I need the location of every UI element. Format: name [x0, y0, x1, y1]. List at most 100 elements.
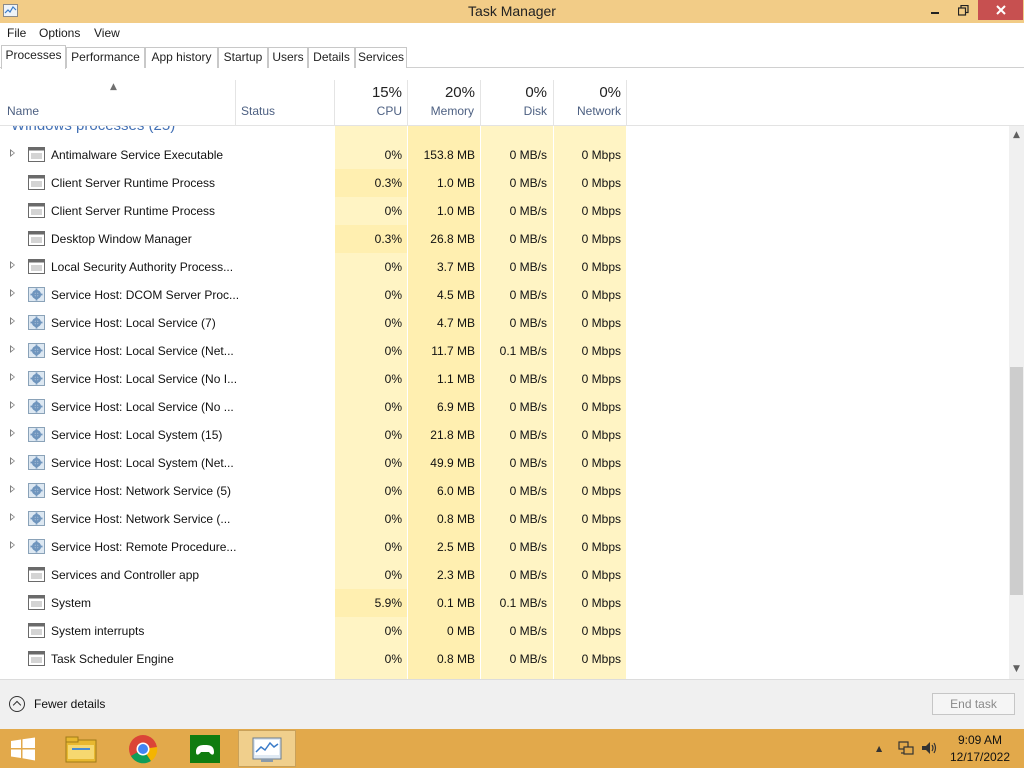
- column-disk[interactable]: Disk: [481, 104, 547, 118]
- process-row[interactable]: Service Host: Local Service (No I... 0% 1.…: [0, 365, 1009, 393]
- process-row[interactable]: Service Host: Local Service (7) 0% 4.7 MB 0…: [0, 309, 1009, 337]
- column-status[interactable]: Status: [241, 104, 275, 118]
- scroll-down-arrow-icon[interactable]: ▼: [1009, 662, 1024, 677]
- process-row[interactable]: Service Host: Remote Procedure... 0% 2.5 M…: [0, 533, 1009, 561]
- start-icon[interactable]: [8, 735, 38, 763]
- gear-icon: [28, 315, 45, 330]
- disk-value: 0 MB/s: [509, 176, 547, 190]
- clock-time[interactable]: 9:09 AM: [940, 733, 1020, 747]
- chrome-icon[interactable]: [114, 730, 172, 767]
- column-divider[interactable]: [235, 80, 236, 126]
- network-icon[interactable]: [898, 740, 914, 756]
- process-row[interactable]: Service Host: Local Service (Net... 0% 11.…: [0, 337, 1009, 365]
- process-name: Client Server Runtime Process: [51, 176, 216, 190]
- process-row[interactable]: Antimalware Service Executable 0% 153.8 MB…: [0, 141, 1009, 169]
- file-explorer-icon[interactable]: [52, 730, 110, 767]
- memory-value: 2.5 MB: [436, 540, 475, 554]
- memory-value: 6.9 MB: [436, 400, 475, 414]
- process-row[interactable]: System 5.9% 0.1 MB 0.1 MB/s 0 Mbps: [0, 589, 1009, 617]
- tab-strip: Processes Performance App history Startu…: [0, 45, 1024, 69]
- tab-processes[interactable]: Processes: [1, 45, 66, 69]
- tab-services[interactable]: Services: [355, 47, 407, 68]
- xbox-icon[interactable]: [176, 730, 234, 767]
- process-row[interactable]: Services and Controller app 0% 2.3 MB 0 MB/…: [0, 561, 1009, 589]
- gear-icon: [28, 427, 45, 442]
- scroll-up-arrow-icon[interactable]: ▲: [1009, 128, 1024, 143]
- disk-value: 0 MB/s: [509, 232, 547, 246]
- expand-arrow-icon[interactable]: [10, 429, 15, 437]
- menu-file[interactable]: File: [7, 26, 26, 40]
- column-memory[interactable]: Memory: [408, 104, 474, 118]
- volume-icon[interactable]: [921, 740, 939, 756]
- expand-arrow-icon[interactable]: [10, 289, 15, 297]
- memory-value: 49.9 MB: [430, 456, 475, 470]
- process-row[interactable]: Service Host: DCOM Server Proc... 0% 4.5 M…: [0, 281, 1009, 309]
- process-row[interactable]: Service Host: Local System (Net... 0% 49.9…: [0, 449, 1009, 477]
- process-row[interactable]: Desktop Window Manager 0.3% 26.8 MB 0 MB/s 0…: [0, 225, 1009, 253]
- expand-arrow-icon[interactable]: [10, 457, 15, 465]
- process-name: Service Host: Local System (Net...: [51, 456, 234, 470]
- process-name: System: [51, 596, 92, 610]
- app-window-icon: [28, 623, 45, 638]
- group-title[interactable]: Windows processes (25): [11, 126, 175, 134]
- cpu-value: 0.3%: [374, 232, 402, 246]
- memory-value: 0.8 MB: [436, 652, 475, 666]
- memory-value: 1.0 MB: [436, 204, 475, 218]
- column-cpu[interactable]: CPU: [336, 104, 402, 118]
- app-window-icon: [28, 231, 45, 246]
- cpu-value: 0%: [384, 484, 402, 498]
- scroll-thumb[interactable]: [1010, 367, 1023, 595]
- network-total-percent: 0%: [599, 84, 621, 101]
- process-row[interactable]: System interrupts 0% 0 MB 0 MB/s 0 Mbps: [0, 617, 1009, 645]
- expand-arrow-icon[interactable]: [10, 485, 15, 493]
- end-task-button[interactable]: End task: [932, 693, 1015, 715]
- memory-value: 11.7 MB: [431, 344, 475, 358]
- column-network[interactable]: Network: [554, 104, 621, 118]
- cpu-total-percent: 15%: [371, 84, 402, 101]
- process-row[interactable]: Service Host: Local Service (No ... 0% 6.9…: [0, 393, 1009, 421]
- process-row[interactable]: Client Server Runtime Process 0% 1.0 MB 0 M…: [0, 197, 1009, 225]
- show-hidden-icons-icon[interactable]: ▲: [876, 744, 882, 753]
- expand-arrow-icon[interactable]: [10, 317, 15, 325]
- process-row[interactable]: Local Security Authority Process... 0% 3.7…: [0, 253, 1009, 281]
- column-name[interactable]: Name: [7, 104, 39, 118]
- process-row[interactable]: Service Host: Network Service (... 0% 0.8 …: [0, 505, 1009, 533]
- expand-arrow-icon[interactable]: [10, 149, 15, 157]
- menu-bar: File Options View: [0, 23, 1024, 43]
- app-window-icon: [28, 595, 45, 610]
- expand-arrow-icon[interactable]: [10, 401, 15, 409]
- process-row[interactable]: Service Host: Local System (15) 0% 21.8 MB…: [0, 421, 1009, 449]
- menu-options[interactable]: Options: [39, 26, 80, 40]
- expand-arrow-icon[interactable]: [10, 513, 15, 521]
- process-name: Service Host: DCOM Server Proc...: [51, 288, 240, 302]
- cpu-value: 0%: [384, 512, 402, 526]
- close-button[interactable]: [978, 0, 1023, 20]
- clock-date[interactable]: 12/17/2022: [940, 750, 1020, 764]
- expand-arrow-icon[interactable]: [10, 373, 15, 381]
- chevron-up-icon[interactable]: [9, 696, 25, 712]
- process-row[interactable]: Task Scheduler Engine 0% 0.8 MB 0 MB/s 0 Mbp…: [0, 645, 1009, 673]
- fewer-details-link[interactable]: Fewer details: [34, 697, 105, 711]
- expand-arrow-icon[interactable]: [10, 345, 15, 353]
- process-row[interactable]: Service Host: Network Service (5) 0% 6.0 M…: [0, 477, 1009, 505]
- vertical-scrollbar[interactable]: ▲ ▼: [1009, 126, 1024, 679]
- expand-arrow-icon[interactable]: [10, 261, 15, 269]
- cpu-value: 0%: [384, 428, 402, 442]
- restore-button[interactable]: [946, 0, 980, 20]
- menu-view[interactable]: View: [94, 26, 120, 40]
- cpu-value: 0%: [384, 456, 402, 470]
- app-window-icon: [28, 651, 45, 666]
- disk-value: 0 MB/s: [509, 540, 547, 554]
- disk-value: 0 MB/s: [509, 428, 547, 442]
- column-divider[interactable]: [626, 80, 627, 126]
- column-divider[interactable]: [334, 80, 335, 126]
- process-row[interactable]: Client Server Runtime Process 0.3% 1.0 MB 0…: [0, 169, 1009, 197]
- tab-users[interactable]: Users: [268, 47, 308, 68]
- task-manager-icon[interactable]: [238, 730, 296, 767]
- tab-performance[interactable]: Performance: [66, 47, 145, 68]
- network-value: 0 Mbps: [581, 512, 621, 526]
- tab-app-history[interactable]: App history: [145, 47, 218, 68]
- tab-startup[interactable]: Startup: [218, 47, 268, 68]
- expand-arrow-icon[interactable]: [10, 541, 15, 549]
- tab-details[interactable]: Details: [308, 47, 355, 68]
